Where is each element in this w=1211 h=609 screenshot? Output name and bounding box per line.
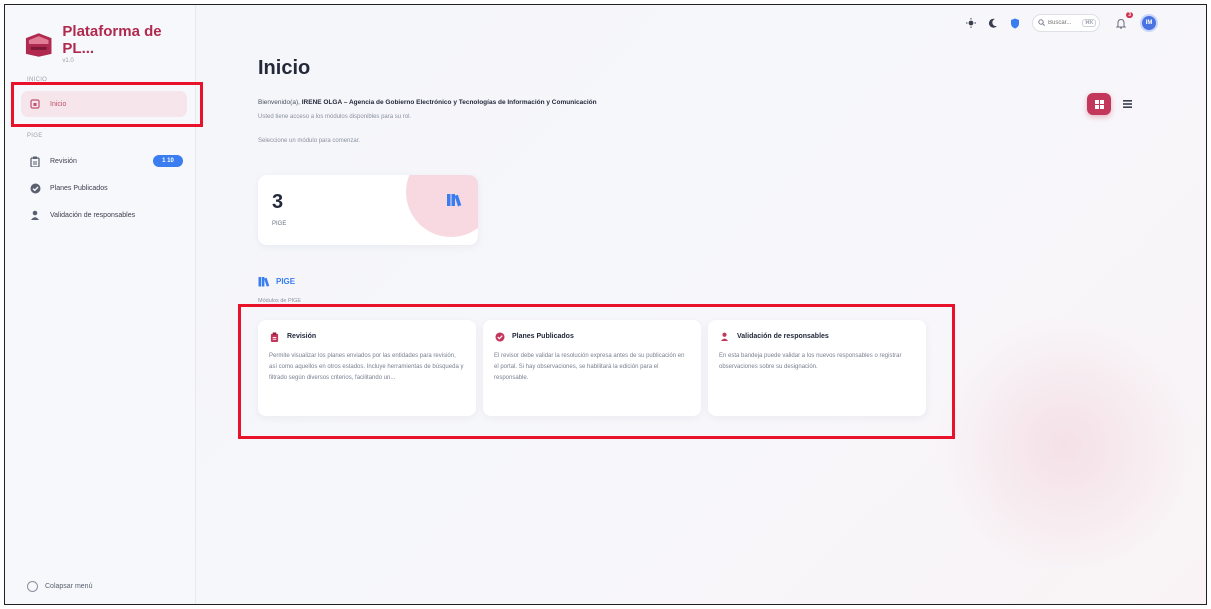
- sidebar-item-label: Planes Publicados: [50, 184, 108, 192]
- sidebar-item-validacion[interactable]: Validación de responsables: [21, 202, 187, 228]
- avatar[interactable]: IM: [1140, 14, 1158, 32]
- list-view-button[interactable]: [1115, 93, 1139, 115]
- module-description: Permite visualizar los planes enviados p…: [269, 353, 464, 381]
- shield-icon[interactable]: [1008, 16, 1022, 30]
- app-window: Plataforma de PL... v1.0 INICIO Inicio P…: [4, 4, 1207, 605]
- module-description: En esta bandeja puede validar a los nuev…: [719, 353, 902, 370]
- module-description: El revisor debe validar la resolución ex…: [494, 353, 685, 381]
- user-check-icon: [29, 209, 41, 221]
- topbar: ⌘K 3 IM: [956, 12, 1158, 33]
- welcome-agency: – Agencia de Gobierno Electrónico y Tecn…: [341, 99, 597, 106]
- sidebar-section-pige: PIGE: [27, 133, 43, 139]
- books-icon: [258, 277, 270, 287]
- module-title: Planes Publicados: [512, 333, 574, 340]
- sidebar-item-planes-publicados[interactable]: Planes Publicados: [21, 175, 187, 201]
- revision-count-badge: 1 10: [153, 155, 183, 167]
- search-input[interactable]: [1048, 20, 1080, 26]
- clipboard-icon: [269, 331, 280, 342]
- bell-icon: [1116, 18, 1126, 29]
- sidebar-item-revision[interactable]: Revisión 1 10: [21, 148, 187, 174]
- stat-card-decoration: [406, 175, 478, 237]
- home-icon: [29, 98, 41, 110]
- stat-label: PIGE: [272, 221, 287, 227]
- brand-version: v1.0: [62, 58, 74, 64]
- brand-title: Plataforma de PL...: [62, 23, 162, 57]
- welcome-prefix: Bienvenido(a),: [258, 99, 302, 106]
- collapse-menu-label: Colapsar menú: [45, 583, 93, 590]
- moon-icon[interactable]: [986, 16, 1000, 30]
- module-card-planes-publicados[interactable]: Planes Publicados El revisor debe valida…: [483, 320, 701, 416]
- list-icon: [1122, 100, 1132, 108]
- stat-value: 3: [272, 191, 284, 213]
- grid-view-button[interactable]: [1087, 93, 1111, 115]
- clipboard-icon: [29, 155, 41, 167]
- section-subtitle: Módulos de PIGE: [258, 298, 302, 304]
- search-shortcut: ⌘K: [1082, 19, 1097, 27]
- notification-badge: 3: [1126, 12, 1133, 18]
- grid-icon: [1094, 99, 1104, 109]
- access-text: Usted tiene acceso a los módulos disponi…: [258, 114, 412, 120]
- pige-stat-card[interactable]: 3 PIGE: [258, 175, 478, 245]
- collapse-icon: [27, 581, 38, 592]
- sidebar-item-label: Revisión: [50, 157, 77, 165]
- search-icon: [1038, 18, 1045, 28]
- background-glow: [935, 315, 1195, 575]
- search-box[interactable]: ⌘K: [1032, 14, 1100, 32]
- books-icon: [447, 194, 462, 207]
- notifications-button[interactable]: 3: [1114, 12, 1133, 30]
- welcome-text: Bienvenido(a), IRENE OLGA – Agencia de G…: [258, 99, 597, 106]
- module-title: Revisión: [287, 333, 317, 340]
- collapse-menu-button[interactable]: Colapsar menú: [27, 581, 92, 592]
- section-title-text: PIGE: [276, 276, 296, 286]
- brand[interactable]: Plataforma de PL... v1.0: [23, 23, 195, 64]
- sidebar-item-label: Validación de responsables: [50, 211, 136, 219]
- sidebar-item-label: Inicio: [50, 100, 67, 108]
- sidebar-item-inicio[interactable]: Inicio: [21, 91, 187, 117]
- sun-icon[interactable]: [964, 16, 978, 30]
- check-badge-icon: [29, 182, 41, 194]
- select-module-text: Seleccione un módulo para comenzar.: [258, 138, 361, 144]
- module-title: Validación de responsables: [737, 333, 829, 340]
- user-check-icon: [719, 331, 730, 342]
- view-toggle: [1087, 93, 1139, 115]
- welcome-name: IRENE OLGA: [301, 99, 342, 106]
- module-card-revision[interactable]: Revisión Permite visualizar los planes e…: [258, 320, 476, 416]
- check-badge-icon: [494, 331, 505, 342]
- module-card-validacion[interactable]: Validación de responsables En esta bande…: [708, 320, 926, 416]
- sidebar: Plataforma de PL... v1.0 INICIO Inicio P…: [5, 5, 196, 604]
- sidebar-section-inicio: INICIO: [27, 77, 48, 83]
- section-title-pige: PIGE: [258, 275, 295, 287]
- page-title: Inicio: [258, 57, 311, 79]
- brand-logo-icon: [25, 32, 52, 57]
